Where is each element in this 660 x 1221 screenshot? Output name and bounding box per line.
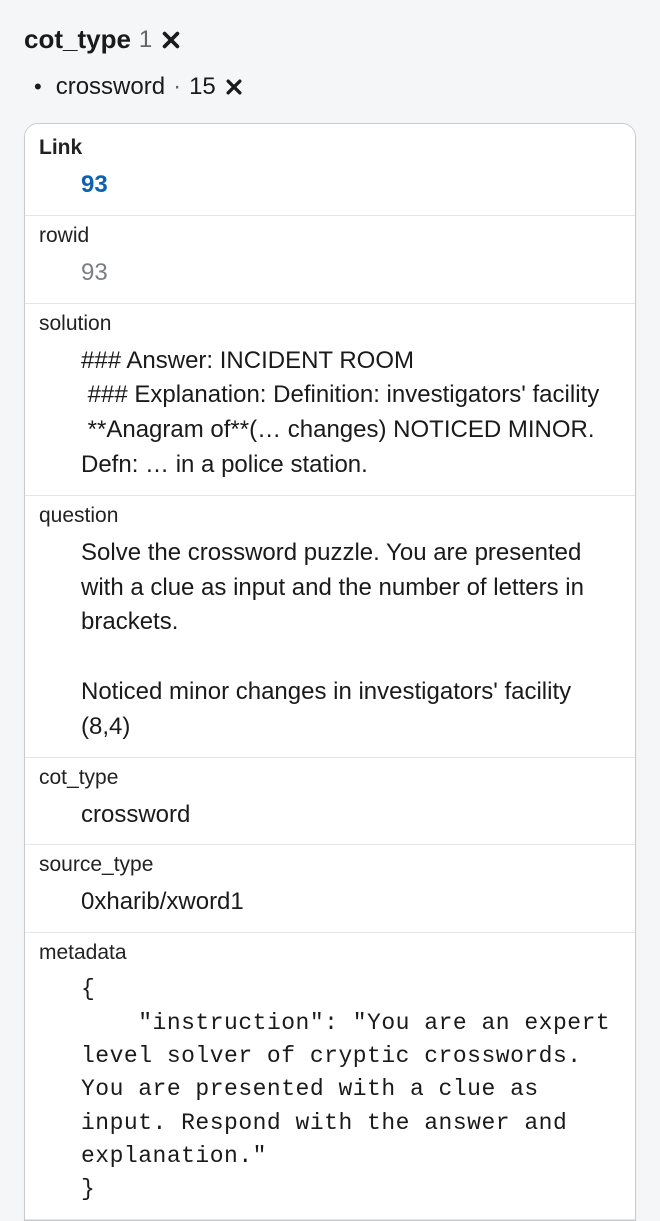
record-row: Link93 <box>25 124 635 216</box>
field-label: Link <box>25 124 635 164</box>
filter-tag-count: 15 <box>189 73 216 101</box>
field-label: question <box>25 496 635 532</box>
filter-tag-separator: · <box>173 73 181 101</box>
record-card: Link93rowid93solution### Answer: INCIDEN… <box>24 123 636 1221</box>
record-row: metadata{ "instruction": "You are an exp… <box>25 933 635 1219</box>
filter-tag-list: crossword · 15 <box>34 73 636 101</box>
record-row: source_type0xharib/xword1 <box>25 845 635 933</box>
field-label: source_type <box>25 845 635 881</box>
filter-name: cot_type <box>24 24 131 55</box>
field-label: cot_type <box>25 758 635 794</box>
filter-count: 1 <box>139 26 152 54</box>
field-value: 93 <box>25 252 635 303</box>
field-value: Solve the crossword puzzle. You are pres… <box>25 532 635 757</box>
field-label: solution <box>25 304 635 340</box>
record-row: solution### Answer: INCIDENT ROOM ### Ex… <box>25 304 635 496</box>
close-icon[interactable] <box>160 29 182 51</box>
field-value: crossword <box>25 794 635 845</box>
field-value: 0xharib/xword1 <box>25 881 635 932</box>
field-label: metadata <box>25 933 635 969</box>
record-row: cot_typecrossword <box>25 758 635 846</box>
field-value: { "instruction": "You are an expert leve… <box>25 969 635 1218</box>
field-label: rowid <box>25 216 635 252</box>
filter-header: cot_type 1 <box>24 24 636 55</box>
field-value: ### Answer: INCIDENT ROOM ### Explanatio… <box>25 340 635 495</box>
record-row: rowid93 <box>25 216 635 304</box>
filter-tag-label: crossword <box>56 73 165 101</box>
close-icon[interactable] <box>224 77 244 97</box>
field-value-link[interactable]: 93 <box>25 164 635 215</box>
filter-tag-item[interactable]: crossword · 15 <box>34 73 636 101</box>
record-row: questionSolve the crossword puzzle. You … <box>25 496 635 758</box>
